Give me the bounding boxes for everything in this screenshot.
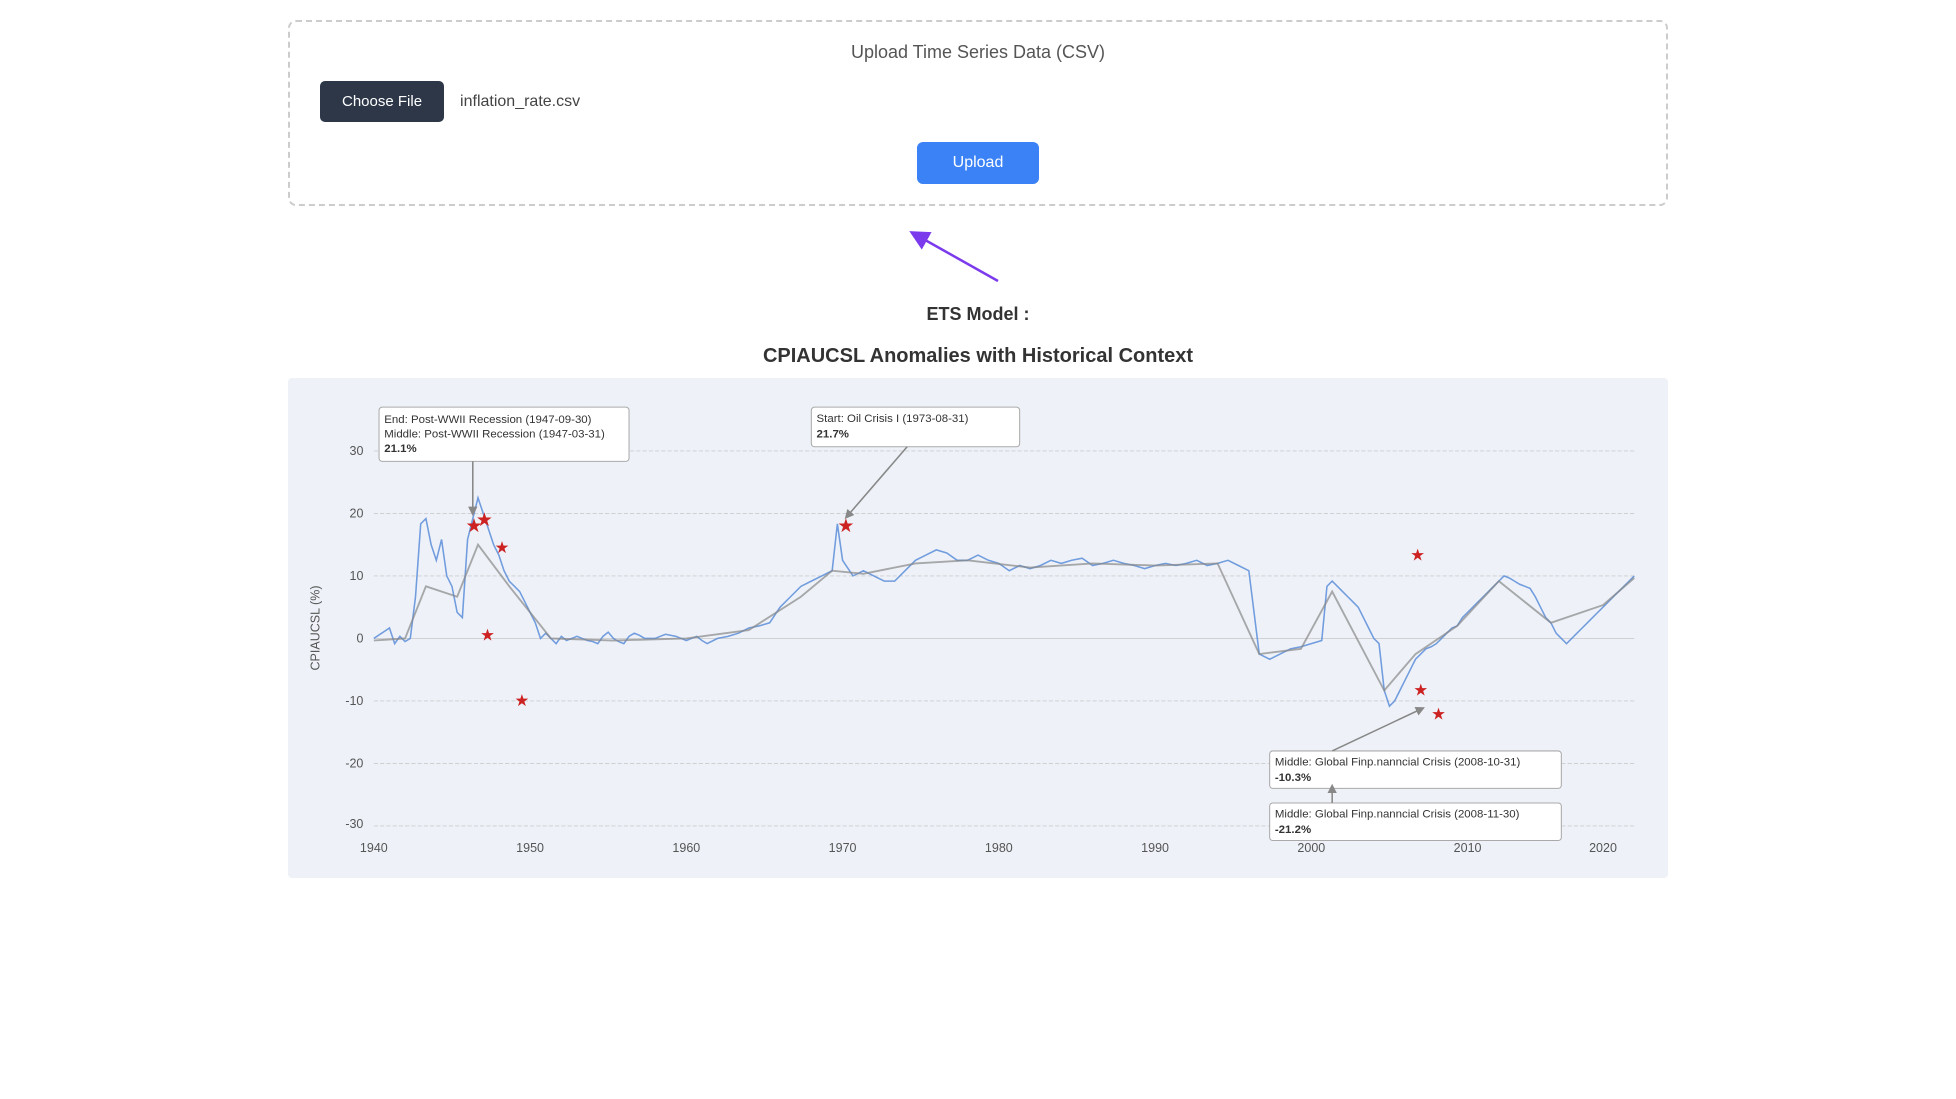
x-label-2010: 2010 [1454,841,1482,855]
anomaly-star-8: ★ [1413,681,1428,700]
upload-title: Upload Time Series Data (CSV) [320,42,1636,63]
anomaly-star-6: ★ [837,515,854,536]
y-label-0: 0 [356,632,363,646]
x-label-1990: 1990 [1141,841,1169,855]
anomaly-star-5: ★ [514,691,529,710]
y-label-neg20: -20 [345,757,363,771]
annotation-text-4a: Middle: Global Finp.nanncial Crisis (200… [1275,809,1520,821]
annotation-text-3b: -10.3% [1275,772,1311,784]
anomaly-star-2: ★ [476,509,493,530]
file-name-label: inflation_rate.csv [460,93,580,111]
x-label-1940: 1940 [360,841,388,855]
annotation-text-4b: -21.2% [1275,824,1311,836]
anomaly-chart: 30 20 10 0 -10 -20 -30 CPIAUCSL (%) 1940… [288,378,1668,878]
chart-title: CPIAUCSL Anomalies with Historical Conte… [20,345,1936,368]
y-label-neg30: -30 [345,817,363,831]
choose-file-button[interactable]: Choose File [320,81,444,122]
anomaly-star-3: ★ [480,626,495,645]
y-label-10: 10 [350,569,364,583]
y-label-30: 30 [350,444,364,458]
x-label-2000: 2000 [1297,841,1325,855]
upload-btn-row: Upload [320,142,1636,184]
x-label-1980: 1980 [985,841,1013,855]
anomaly-star-9: ★ [1431,705,1446,724]
annotation-text-3a: Middle: Global Finp.nanncial Crisis (200… [1275,757,1521,769]
anomaly-star-7: ★ [1410,545,1425,564]
ets-label: ETS Model : [20,304,1936,325]
annotation-text-1c: 21.1% [384,443,416,455]
x-label-1970: 1970 [829,841,857,855]
upload-section: Upload Time Series Data (CSV) Choose Fil… [288,20,1668,206]
annotation-text-1b: Middle: Post-WWII Recession (1947-03-31) [384,428,605,440]
anomaly-star-4: ★ [495,538,510,557]
annotation-text-1a: End: Post-WWII Recession (1947-09-30) [384,414,591,426]
upload-button[interactable]: Upload [917,142,1040,184]
x-label-1960: 1960 [672,841,700,855]
y-axis-title: CPIAUCSL (%) [309,586,323,671]
file-row: Choose File inflation_rate.csv [320,81,1636,122]
purple-arrow-icon [898,226,1018,286]
y-label-20: 20 [350,507,364,521]
chart-area: 30 20 10 0 -10 -20 -30 CPIAUCSL (%) 1940… [288,378,1668,878]
annotation-text-2a: Start: Oil Crisis I (1973-08-31) [817,413,969,425]
x-label-1950: 1950 [516,841,544,855]
annotation-text-2b: 21.7% [817,428,849,440]
x-label-2020: 2020 [1589,841,1617,855]
y-label-neg10: -10 [345,694,363,708]
